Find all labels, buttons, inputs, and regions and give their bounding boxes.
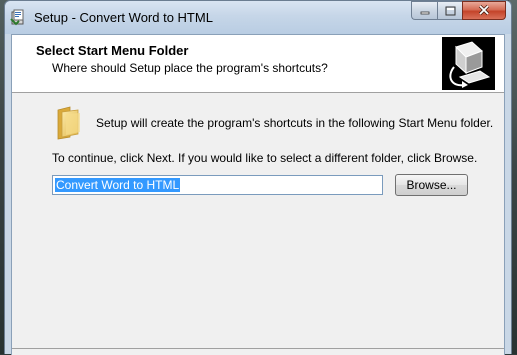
browse-button[interactable]: Browse... <box>395 174 468 196</box>
wizard-client-area: Select Start Menu Folder Where should Se… <box>11 34 505 355</box>
caption-buttons <box>411 1 506 21</box>
page-subtitle: Where should Setup place the program's s… <box>52 61 328 75</box>
start-menu-folder-input[interactable]: Convert Word to HTML <box>52 175 383 195</box>
maximize-icon <box>445 6 455 15</box>
close-icon <box>478 5 490 16</box>
setup-installer-icon[interactable] <box>10 9 27 26</box>
bottom-divider <box>12 348 504 349</box>
selected-folder-text: Convert Word to HTML <box>55 178 181 192</box>
wizard-header: Select Start Menu Folder Where should Se… <box>12 35 504 93</box>
wizard-computer-image <box>442 37 495 90</box>
page-title: Select Start Menu Folder <box>36 43 189 58</box>
minimize-button[interactable] <box>411 1 437 20</box>
maximize-button[interactable] <box>437 1 462 20</box>
info-text: Setup will create the program's shortcut… <box>96 116 494 130</box>
instruction-text: To continue, click Next. If you would li… <box>52 151 478 165</box>
close-button[interactable] <box>462 1 506 20</box>
setup-window: Setup - Convert Word to HTML Select Star… <box>4 0 512 355</box>
minimize-icon <box>420 11 429 14</box>
window-title: Setup - Convert Word to HTML <box>34 10 213 25</box>
title-bar[interactable]: Setup - Convert Word to HTML <box>5 1 511 34</box>
folder-icon <box>57 106 80 140</box>
